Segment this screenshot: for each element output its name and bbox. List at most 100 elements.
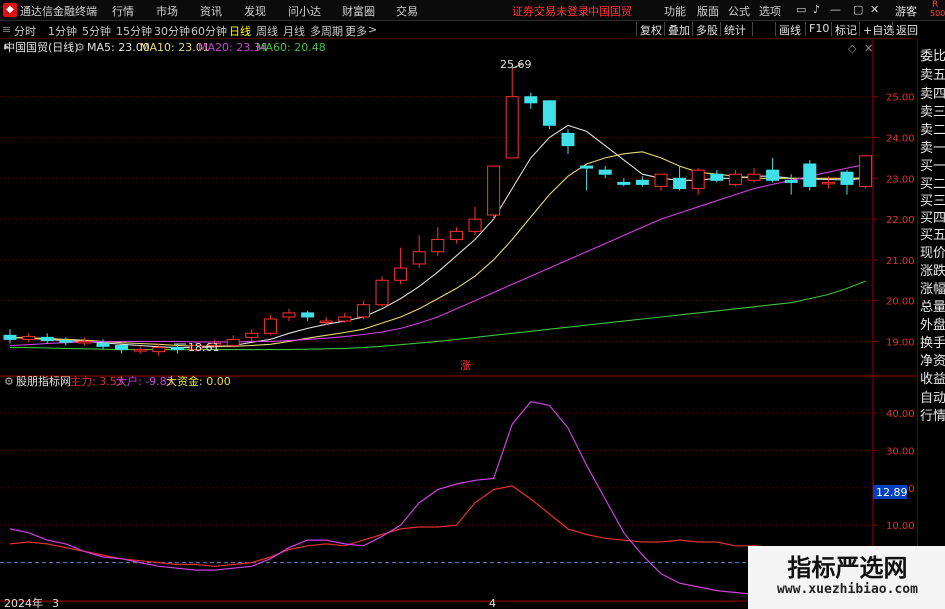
close-chart-icon[interactable]: ✕ bbox=[864, 42, 873, 55]
toolbar-f10[interactable]: F10 bbox=[805, 22, 829, 36]
side-label[interactable]: 买一 bbox=[920, 155, 945, 174]
close-icon[interactable]: ✕ bbox=[870, 3, 879, 16]
candle-body bbox=[412, 251, 426, 265]
candle-body bbox=[22, 336, 36, 340]
side-label[interactable]: 净资 bbox=[920, 350, 945, 369]
menu-item-gongneng[interactable]: 功能 bbox=[664, 3, 686, 19]
candle-body bbox=[654, 173, 668, 187]
time-axis-april: 4 bbox=[489, 597, 496, 609]
menu-item-xuanxiang[interactable]: 选项 bbox=[759, 3, 781, 19]
side-label[interactable]: 换手 bbox=[920, 332, 945, 351]
side-label[interactable]: 卖四 bbox=[920, 83, 945, 102]
price-tick-label: 22.00 bbox=[886, 215, 915, 226]
period-tab-1min[interactable]: 1分钟 bbox=[48, 23, 77, 39]
side-label[interactable]: 行情 bbox=[920, 405, 945, 424]
price-tick-label: 21.00 bbox=[886, 256, 915, 267]
side-label[interactable]: 现价 bbox=[920, 242, 945, 261]
candle-body bbox=[617, 181, 631, 185]
chart-area: 19.00 20.00 21.00 22.00 23.00 24.00 25.00 10.0… bbox=[0, 38, 917, 609]
toolbar-fuquan[interactable]: 复权 bbox=[636, 22, 662, 37]
menu-item-jiaoyi[interactable]: 交易 bbox=[396, 3, 418, 19]
sub-settings-icon[interactable]: ⚙ bbox=[4, 375, 14, 388]
side-label[interactable]: 买五 bbox=[920, 224, 945, 243]
guest-label[interactable]: 游客 bbox=[895, 3, 917, 19]
menu-item-caifuquan[interactable]: 财富圈 bbox=[342, 3, 375, 19]
toolbar-blank[interactable] bbox=[752, 22, 774, 36]
period-menu-icon[interactable]: ≡ bbox=[2, 23, 11, 36]
menu-item-wenxiaoda[interactable]: 问小达 bbox=[288, 3, 321, 19]
login-notice[interactable]: 证券交易未登录 bbox=[512, 3, 589, 19]
side-label[interactable]: 卖五 bbox=[920, 64, 945, 83]
side-label[interactable]: 收益 bbox=[920, 368, 945, 387]
toolbar-fanhui[interactable]: 返回 bbox=[892, 22, 918, 37]
side-label[interactable]: 涨幅 bbox=[920, 278, 945, 297]
candle-body bbox=[468, 218, 482, 232]
menu-item-shichang[interactable]: 市场 bbox=[156, 3, 178, 19]
candle-body bbox=[356, 304, 370, 318]
period-tab-daily[interactable]: 日线 bbox=[229, 23, 251, 39]
chevron-right-icon[interactable]: > bbox=[368, 23, 377, 36]
indicator-line-dahu bbox=[9, 401, 866, 600]
period-tab-30min[interactable]: 30分钟 bbox=[154, 23, 190, 39]
side-label[interactable]: 卖三 bbox=[920, 101, 945, 120]
price-tick-label: 20.00 bbox=[886, 297, 915, 308]
candle-body bbox=[691, 169, 705, 189]
candle-body bbox=[115, 345, 129, 351]
indicator-tick-label: 30.00 bbox=[886, 446, 915, 457]
toolbar-duogu[interactable]: 多股 bbox=[692, 22, 718, 37]
side-label[interactable]: 卖二 bbox=[920, 119, 945, 138]
period-tab-fenshi[interactable]: 分时 bbox=[14, 23, 36, 39]
watermark-url: www.xuezhibiao.com bbox=[777, 582, 918, 597]
period-tab-more[interactable]: 更多 bbox=[345, 23, 367, 39]
candle-body bbox=[542, 100, 556, 126]
period-tab-5min[interactable]: 5分钟 bbox=[82, 23, 111, 39]
window-icon[interactable]: ▭ bbox=[796, 3, 806, 16]
main-chart-title: 中国国贸(日线) bbox=[4, 40, 79, 54]
toolbar-huaxian[interactable]: 画线 bbox=[775, 22, 801, 37]
period-tab-15min[interactable]: 15分钟 bbox=[116, 23, 152, 39]
candle-body bbox=[3, 334, 17, 340]
toolbar-diejia[interactable]: 叠加 bbox=[664, 22, 690, 37]
indicator-axis: 10.0020.0030.0040.00 bbox=[873, 409, 915, 532]
candle-body bbox=[821, 181, 835, 185]
candle-body bbox=[487, 165, 501, 216]
side-label[interactable]: 外盘 bbox=[920, 314, 945, 333]
side-label[interactable]: 委比 bbox=[920, 45, 945, 64]
period-tab-monthly[interactable]: 月线 bbox=[283, 23, 305, 39]
diamond-icon[interactable]: ◇ bbox=[848, 42, 857, 55]
price-axis: 19.00 20.00 21.00 22.00 23.00 24.00 25.00 bbox=[873, 93, 915, 348]
menu-item-hangqing[interactable]: 行情 bbox=[112, 3, 134, 19]
menu-item-zixun[interactable]: 资讯 bbox=[200, 3, 222, 19]
indicator-tick-label: 40.00 bbox=[886, 409, 915, 420]
time-axis-year: 2024年 bbox=[4, 596, 43, 609]
price-tick-label: 24.00 bbox=[886, 134, 915, 145]
indicator-line-zhuli bbox=[9, 485, 866, 567]
toolbar-tongji[interactable]: 统计 bbox=[720, 22, 746, 37]
period-tab-multi[interactable]: 多周期 bbox=[310, 23, 343, 39]
toolbar-biaoji[interactable]: 标记 bbox=[831, 22, 857, 37]
candle-body bbox=[40, 336, 54, 342]
menu-item-faxian[interactable]: 发现 bbox=[244, 3, 266, 19]
candle-body bbox=[859, 155, 873, 187]
candle-body bbox=[263, 318, 277, 334]
period-tab-weekly[interactable]: 周线 bbox=[256, 23, 278, 39]
legend-settings-icon[interactable]: ⚙ bbox=[75, 41, 85, 54]
maximize-icon[interactable]: ▢ bbox=[853, 3, 863, 16]
app-title: 通达信金融终端 bbox=[20, 5, 97, 18]
quote-side-panel: 委比 卖五 卖四 卖三 卖二 卖一 买一 买二 买三 买四 买五 现价 涨跌 涨… bbox=[917, 38, 945, 609]
menu-item-gongshi[interactable]: 公式 bbox=[728, 3, 750, 19]
side-label[interactable]: 卖一 bbox=[920, 137, 945, 156]
bell-icon[interactable]: ♪ bbox=[813, 3, 820, 16]
candle-body bbox=[580, 165, 594, 169]
menu-item-banmian[interactable]: 版面 bbox=[697, 3, 719, 19]
minimize-icon[interactable]: — bbox=[830, 3, 841, 16]
period-tab-60min[interactable]: 60分钟 bbox=[191, 23, 227, 39]
candle-body bbox=[152, 347, 166, 353]
side-label[interactable]: 涨跌 bbox=[920, 260, 945, 279]
toolbar-zixuan[interactable]: +自选 bbox=[859, 22, 894, 37]
high-price-label: 25.69 bbox=[500, 58, 532, 71]
side-label[interactable]: 自动 bbox=[920, 387, 945, 406]
side-label[interactable]: 总量 bbox=[920, 296, 945, 315]
candle-body bbox=[635, 179, 649, 185]
candle-body bbox=[338, 316, 352, 322]
